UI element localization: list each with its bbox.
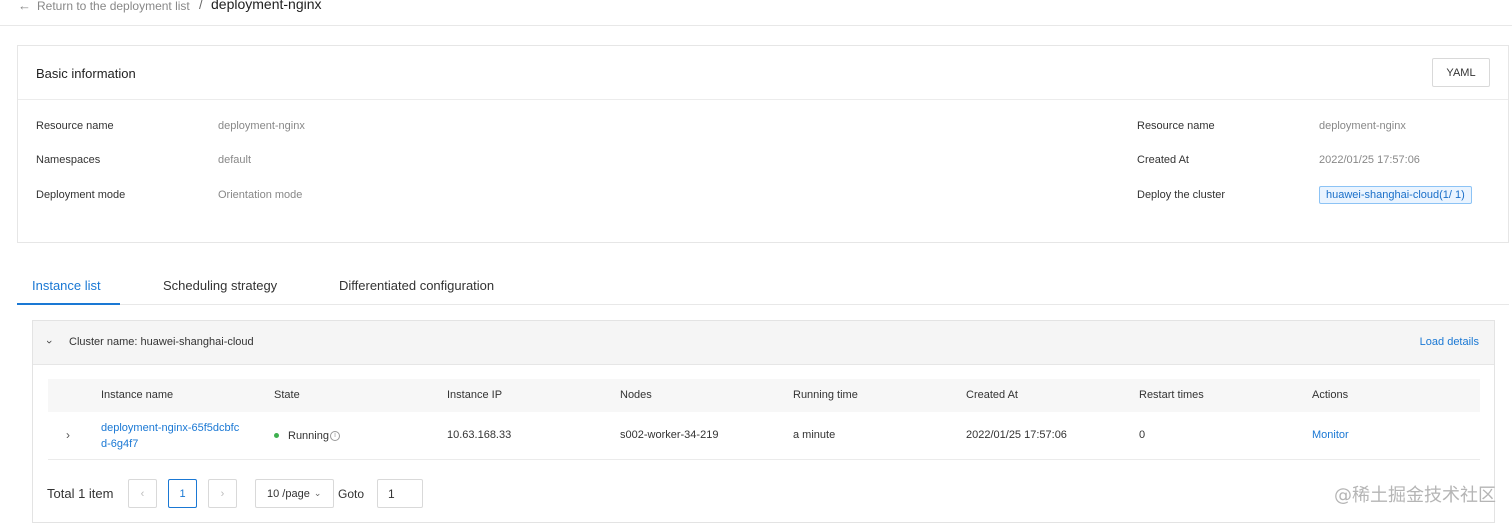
restart-times: 0 [1139,429,1146,441]
table-row: › deployment-nginx-65f5dcbfc d-6g4f7 Run… [48,412,1480,460]
instance-name-link[interactable]: deployment-nginx-65f5dcbfc d-6g4f7 [101,420,261,452]
breadcrumb-separator: / [199,0,203,12]
active-tab-indicator [17,303,120,305]
created-at-label: Created At [1137,154,1189,166]
detail-tabs: Instance list Scheduling strategy Differ… [17,272,1509,305]
column-header: Instance name [101,389,174,401]
state-cell: Running i [274,430,340,442]
cluster-name: Cluster name: huawei-shanghai-cloud [69,336,254,348]
node-name: s002-worker-34-219 [620,429,719,441]
column-header: Instance IP [447,389,503,401]
total-count: Total 1 item [47,486,114,501]
resource-name-label: Resource name [36,120,114,132]
tab-instance-list[interactable]: Instance list [32,278,101,293]
column-header: Created At [966,389,1018,401]
deployment-mode-label: Deployment mode [36,189,126,201]
created-at-value: 2022/01/25 17:57:06 [1319,154,1420,166]
back-link-label: Return to the deployment list [37,0,190,13]
state-value: Running [288,430,329,442]
watermark: @稀土掘金技术社区 [1334,485,1496,506]
cluster-panel-header[interactable]: › Cluster name: huawei-shanghai-cloud Lo… [33,321,1494,365]
goto-input[interactable] [377,479,423,508]
column-header: Nodes [620,389,652,401]
instance-table: Instance name State Instance IP Nodes Ru… [48,379,1480,460]
goto-label: Goto [338,487,365,501]
chevron-down-icon: ⌄ [313,488,322,498]
basic-info-card: Basic information YAML Resource name dep… [17,45,1509,243]
prev-page-button[interactable]: ‹ [128,479,157,508]
breadcrumb: ← Return to the deployment list / deploy… [0,0,1512,26]
resource-name-label-right: Resource name [1137,120,1215,132]
resource-name-value: deployment-nginx [218,120,305,132]
back-to-list-link[interactable]: ← Return to the deployment list [18,0,190,13]
table-header: Instance name State Instance IP Nodes Ru… [48,379,1480,412]
chevron-down-icon[interactable]: › [43,340,55,344]
yaml-button[interactable]: YAML [1432,58,1490,87]
column-header: State [274,389,300,401]
monitor-link[interactable]: Monitor [1312,429,1349,441]
column-header: Restart times [1139,389,1204,401]
running-time: a minute [793,429,836,441]
tab-differentiated-configuration[interactable]: Differentiated configuration [339,278,494,293]
arrow-left-icon: ← [18,0,31,13]
created-at: 2022/01/25 17:57:06 [966,429,1067,441]
load-details-link[interactable]: Load details [1420,336,1479,348]
status-dot-icon [274,432,279,438]
resource-name-value-right: deployment-nginx [1319,120,1406,132]
pagination: Total 1 item ‹ 1 › 10 /page ⌄ Goto [47,479,647,509]
basic-info-header: Basic information YAML [18,46,1508,100]
cluster-panel: › Cluster name: huawei-shanghai-cloud Lo… [32,320,1495,523]
instance-ip: 10.63.168.33 [447,429,512,441]
cluster-tag: huawei-shanghai-cloud(1/ 1) [1319,186,1472,204]
page-size-value: 10 /page [267,487,310,500]
basic-info-title: Basic information [36,66,136,81]
page-size-select[interactable]: 10 /page ⌄ [255,479,334,508]
page-1-button[interactable]: 1 [168,479,197,508]
namespaces-label: Namespaces [36,154,101,166]
instance-name-line: deployment-nginx-65f5dcbfc [101,422,240,434]
page-title: deployment-nginx [211,0,322,12]
tab-scheduling-strategy[interactable]: Scheduling strategy [163,278,277,293]
instance-name-line: d-6g4f7 [101,438,139,450]
namespaces-value: default [218,154,252,166]
deploy-cluster-label: Deploy the cluster [1137,189,1226,201]
next-page-button[interactable]: › [208,479,237,508]
column-header: Actions [1312,389,1349,401]
chevron-right-icon[interactable]: › [66,428,70,442]
info-icon[interactable]: i [329,431,340,442]
column-header: Running time [793,389,858,401]
deployment-mode-value: Orientation mode [218,189,303,201]
